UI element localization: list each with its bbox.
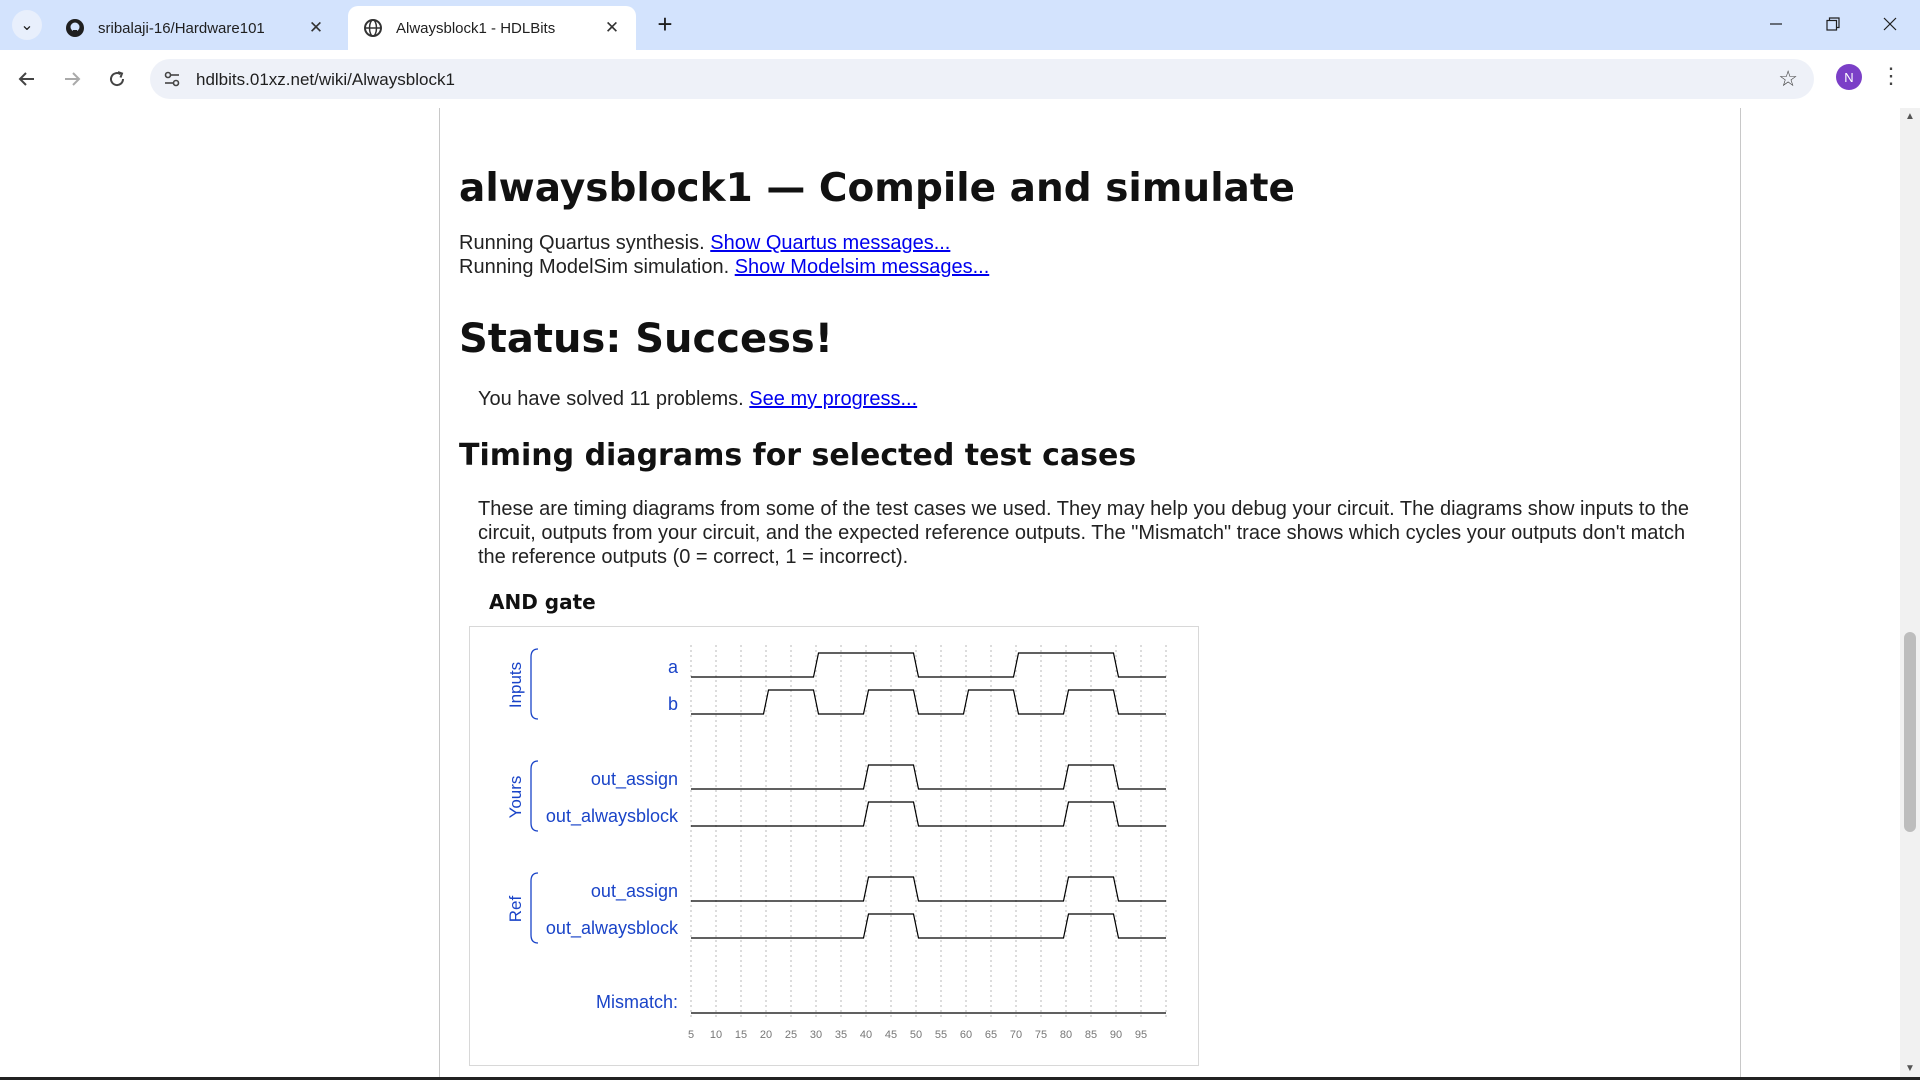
close-icon[interactable]: ✕	[602, 18, 622, 38]
page-scrollbar[interactable]: ▲ ▼	[1900, 108, 1920, 1077]
signal-label: out_assign	[591, 769, 678, 790]
menu-icon[interactable]: ⋮	[1880, 63, 1902, 89]
signal-label: out_alwaysblock	[546, 918, 679, 939]
time-tick-label: 75	[1035, 1029, 1047, 1041]
signal-wave	[691, 801, 1166, 827]
scroll-down-icon[interactable]: ▼	[1905, 1063, 1915, 1074]
modelsim-line: Running ModelSim simulation. Show Models…	[459, 256, 989, 279]
status-heading: Status: Success!	[459, 316, 833, 362]
time-tick-label: 60	[960, 1029, 972, 1041]
time-tick-label: 95	[1135, 1029, 1147, 1041]
arrow-left-icon	[18, 72, 34, 86]
group-bracket	[530, 872, 539, 944]
restore-button[interactable]	[1815, 8, 1851, 40]
time-tick-label: 80	[1060, 1029, 1072, 1041]
signal-wave	[691, 913, 1166, 939]
progress-link[interactable]: See my progress...	[749, 388, 917, 410]
time-tick-label: 20	[760, 1029, 772, 1041]
close-icon[interactable]: ✕	[306, 18, 326, 38]
signal-label: out_assign	[591, 881, 678, 902]
tab-strip: ⌄ sribalaji-16/Hardware101 ✕ Alwaysblock…	[0, 0, 1920, 50]
time-tick-label: 70	[1010, 1029, 1022, 1041]
chevron-down-icon: ⌄	[20, 17, 34, 34]
tab-hardware101[interactable]: sribalaji-16/Hardware101 ✕	[50, 6, 340, 50]
time-tick-label: 35	[835, 1029, 847, 1041]
group-label-ref: Ref	[506, 896, 525, 923]
time-tick-label: 65	[985, 1029, 997, 1041]
arrow-right-icon	[65, 72, 81, 86]
group-bracket	[530, 648, 539, 720]
test-case-title: AND gate	[489, 590, 596, 614]
scroll-up-icon[interactable]: ▲	[1905, 111, 1915, 122]
timing-diagram: 5 10 15 20 25 30 35 40 45 50 55 60 65 70 75 80 85 90 95 a b o…	[469, 626, 1199, 1066]
group-label-yours: Yours	[506, 776, 525, 819]
tab-title: sribalaji-16/Hardware101	[98, 19, 265, 37]
signal-label: b	[668, 694, 678, 714]
time-tick-label: 40	[860, 1029, 872, 1041]
browser-toolbar: hdlbits.01xz.net/wiki/Alwaysblock1 ☆ N ⋮	[0, 50, 1920, 109]
time-tick-label: 50	[910, 1029, 922, 1041]
time-tick-label: 85	[1085, 1029, 1097, 1041]
time-tick-label: 55	[935, 1029, 947, 1041]
new-tab-button[interactable]: +	[652, 11, 678, 38]
page-viewport: alwaysblock1 — Compile and simulate Runn…	[0, 108, 1900, 1077]
timing-heading: Timing diagrams for selected test cases	[459, 438, 1137, 473]
modelsim-text: Running ModelSim simulation.	[459, 256, 730, 278]
timing-diagram-svg: 5 10 15 20 25 30 35 40 45 50 55 60 65 70 75 80 85 90 95 ab o…	[506, 645, 1167, 1041]
modelsim-messages-link[interactable]: Show Modelsim messages...	[735, 256, 990, 278]
quartus-text: Running Quartus synthesis.	[459, 232, 705, 254]
github-icon	[64, 17, 86, 39]
back-button[interactable]	[12, 64, 42, 94]
reload-icon	[110, 71, 125, 87]
signal-wave	[691, 876, 1166, 902]
signal-label: a	[668, 657, 679, 677]
address-bar[interactable]: hdlbits.01xz.net/wiki/Alwaysblock1 ☆	[150, 59, 1814, 99]
site-info-icon[interactable]	[162, 69, 182, 89]
time-tick-label: 25	[785, 1029, 797, 1041]
mismatch-label: Mismatch:	[596, 992, 678, 1012]
signal-wave	[691, 652, 1166, 678]
group-label-inputs: Inputs	[506, 662, 525, 708]
timing-description: These are timing diagrams from some of t…	[478, 498, 1689, 568]
solved-line: You have solved 11 problems. See my prog…	[478, 388, 917, 411]
close-window-button[interactable]	[1872, 8, 1908, 40]
globe-icon	[362, 17, 384, 39]
tab-alwaysblock1[interactable]: Alwaysblock1 - HDLBits ✕	[348, 6, 636, 50]
time-tick-label: 15	[735, 1029, 747, 1041]
bookmark-star-icon[interactable]: ☆	[1778, 66, 1798, 92]
page-title: alwaysblock1 — Compile and simulate	[459, 166, 1295, 211]
group-bracket	[530, 760, 539, 832]
signal-wave	[691, 764, 1166, 790]
forward-button[interactable]	[57, 64, 87, 94]
signal-wave	[691, 689, 1166, 715]
scrollbar-thumb[interactable]	[1904, 632, 1916, 832]
time-tick-label: 90	[1110, 1029, 1122, 1041]
time-tick-label: 45	[885, 1029, 897, 1041]
profile-avatar[interactable]: N	[1836, 64, 1862, 90]
minimize-button[interactable]	[1758, 8, 1794, 40]
reload-button[interactable]	[102, 64, 132, 94]
time-tick-label: 5	[688, 1029, 694, 1041]
signal-label: out_alwaysblock	[546, 806, 679, 827]
time-tick-label: 30	[810, 1029, 822, 1041]
tab-search-button[interactable]: ⌄	[12, 10, 42, 40]
solved-text: You have solved 11 problems.	[478, 388, 744, 410]
quartus-line: Running Quartus synthesis. Show Quartus …	[459, 232, 950, 255]
url-text: hdlbits.01xz.net/wiki/Alwaysblock1	[196, 70, 455, 89]
tab-title: Alwaysblock1 - HDLBits	[396, 19, 556, 37]
quartus-messages-link[interactable]: Show Quartus messages...	[710, 232, 950, 254]
time-tick-label: 10	[710, 1029, 722, 1041]
